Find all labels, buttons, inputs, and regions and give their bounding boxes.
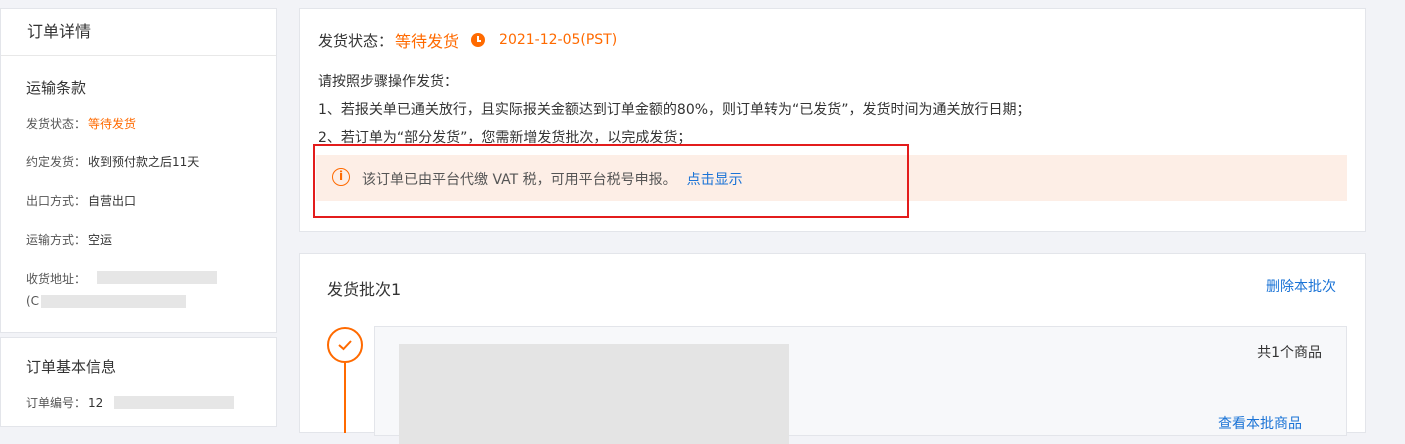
order-detail-title: 订单详情 [1, 9, 276, 56]
order-no-redacted [114, 396, 234, 409]
order-no-label: 订单编号： [26, 396, 87, 410]
step-line [344, 363, 346, 433]
shipping-terms-title: 运输条款 [26, 79, 87, 97]
address-redacted-2 [41, 295, 186, 308]
product-image-redacted [399, 344, 789, 444]
instruction-step-1: 1、若报关单已通关放行，且实际报关金额达到订单金额的80%，则订单转为“已发货”… [318, 102, 1031, 118]
address-row: 收货地址： [26, 270, 86, 287]
status-date: 2021-12-05(PST) [499, 32, 618, 48]
export-method-value: 自营出口 [88, 194, 137, 208]
order-info-title: 订单基本信息 [26, 358, 117, 376]
shipment-batch-panel: 发货批次1 删除本批次 共1个商品 查看本批商品 [299, 253, 1366, 444]
agreed-ship-value: 收到预付款之后11天 [88, 155, 200, 169]
ship-status-row: 发货状态： 等待发货 [26, 115, 136, 132]
address-label: 收货地址： [26, 272, 87, 286]
order-info-panel: 订单基本信息 订单编号： 12 [0, 337, 277, 427]
highlight-box [313, 144, 909, 218]
status-value: 等待发货 [395, 32, 460, 51]
export-method-row: 出口方式： 自营出口 [26, 192, 136, 209]
transport-method-value: 空运 [88, 233, 113, 247]
order-detail-panel: 订单详情 运输条款 发货状态： 等待发货 约定发货： 收到预付款之后11天 出口方式… [0, 8, 277, 333]
order-no-value: 12 [88, 396, 104, 410]
transport-method-row: 运输方式： 空运 [26, 231, 112, 248]
ship-status-label: 发货状态： [26, 117, 87, 131]
order-no-row: 订单编号： 12 [26, 394, 103, 411]
view-batch-items-link[interactable]: 查看本批商品 [1218, 413, 1302, 433]
item-count: 共1个商品 [1257, 345, 1322, 361]
transport-method-label: 运输方式： [26, 233, 87, 247]
status-line: 发货状态： 等待发货 2021-12-05(PST) [318, 28, 617, 52]
address-redacted [97, 271, 217, 284]
step-check-icon [327, 327, 363, 363]
address-prefix: (C [26, 294, 40, 308]
delete-batch-link[interactable]: 删除本批次 [1266, 276, 1336, 296]
clock-icon [471, 33, 486, 47]
agreed-ship-row: 约定发货： 收到预付款之后11天 [26, 153, 199, 170]
agreed-ship-label: 约定发货： [26, 155, 87, 169]
export-method-label: 出口方式： [26, 194, 87, 208]
check-icon [338, 340, 352, 351]
instruction-title: 请按照步骤操作发货： [318, 74, 458, 90]
batch-title: 发货批次1 [327, 280, 402, 299]
ship-status-value: 等待发货 [88, 117, 137, 131]
status-label: 发货状态： [318, 31, 394, 50]
